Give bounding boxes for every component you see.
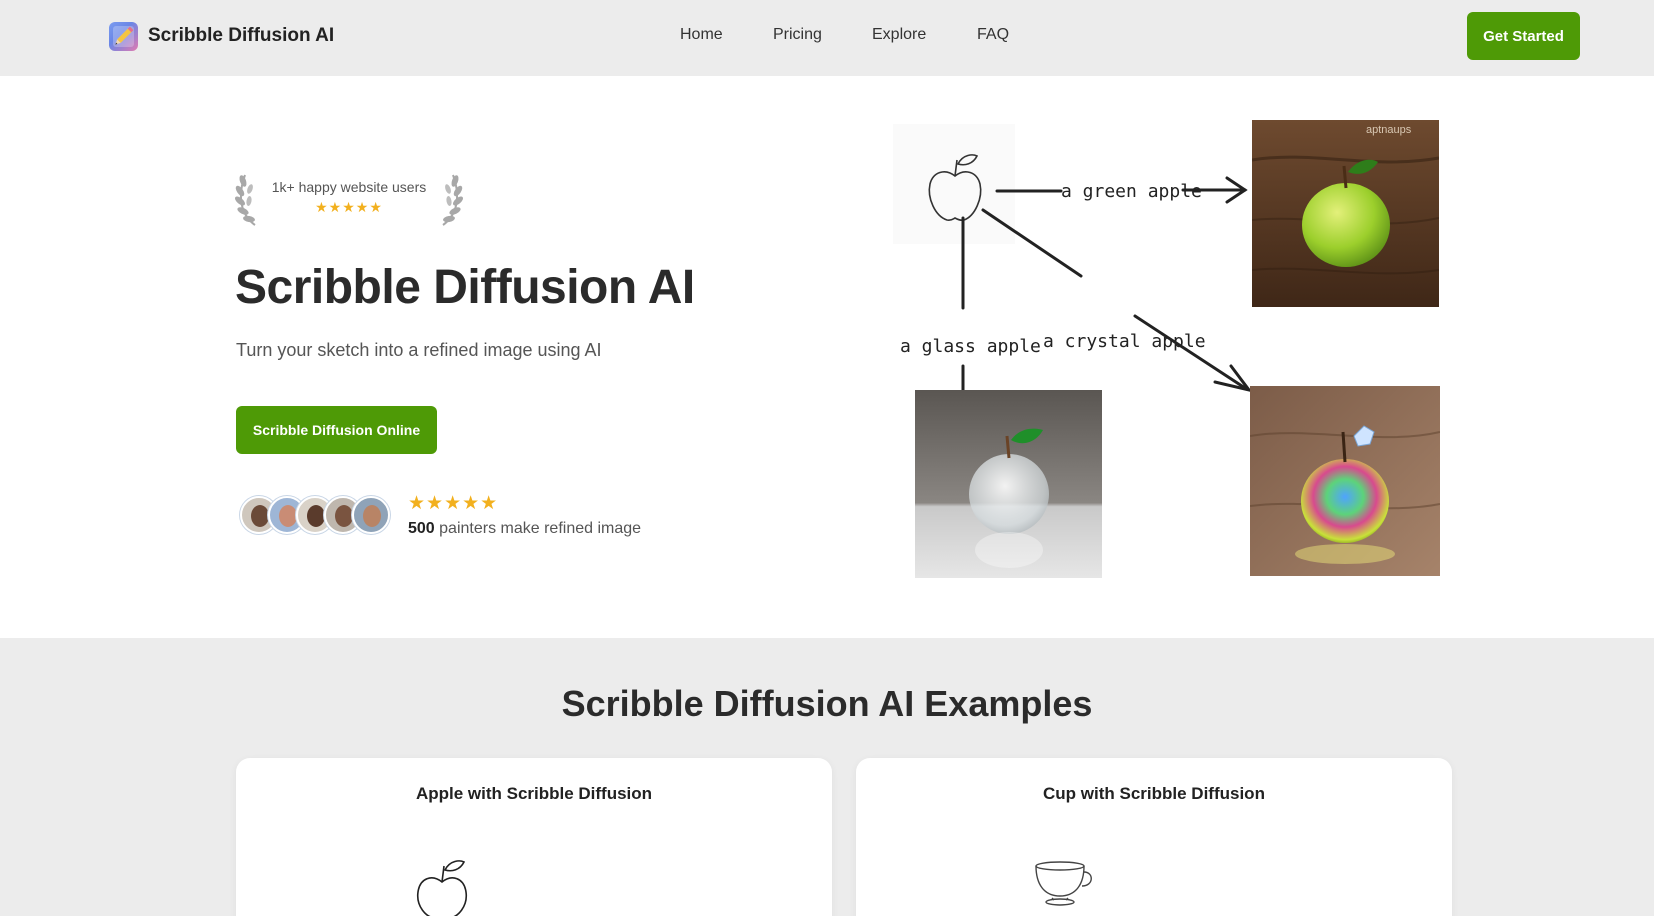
green-apple-photo: aptnaups [1252, 120, 1439, 307]
glass-apple-photo [915, 390, 1102, 578]
examples-title: Scribble Diffusion AI Examples [561, 683, 1093, 724]
example-card-cup[interactable]: Cup with Scribble Diffusion [856, 758, 1452, 916]
sketch-to-image-diagram: a green apple a glass apple a crystal ap… [885, 120, 1445, 590]
avatar-stack [240, 496, 400, 538]
painters-label: painters make refined image [434, 520, 642, 537]
example-card-title: Apple with Scribble Diffusion [415, 784, 653, 803]
laurel-right-icon [442, 174, 463, 226]
example-card-title: Cup with Scribble Diffusion [1043, 784, 1265, 803]
hero-section: 1k+ happy website users ★★★★★ Scribble D… [0, 76, 1654, 638]
watermark: aptnaups [1366, 124, 1412, 136]
users-badge-text: 1k+ happy website users [271, 179, 427, 195]
pencil-icon [109, 21, 138, 51]
painters-count-text: 500 painters make refined image [408, 520, 641, 538]
label-glass-apple: a glass apple [900, 336, 1041, 357]
examples-section: Scribble Diffusion AI Examples Apple wit… [0, 638, 1654, 916]
label-crystal-apple: a crystal apple [1043, 331, 1206, 352]
site-header: Scribble Diffusion AI Home Pricing Explo… [0, 0, 1654, 76]
brand[interactable]: Scribble Diffusion AI [109, 21, 334, 51]
nav-explore[interactable]: Explore [872, 26, 926, 44]
crystal-apple-photo [1250, 386, 1440, 576]
page-title: Scribble Diffusion AI [235, 261, 695, 314]
nav-pricing[interactable]: Pricing [773, 26, 822, 44]
label-green-apple: a green apple [1061, 181, 1202, 202]
example-card-apple[interactable]: Apple with Scribble Diffusion [236, 758, 832, 916]
scribble-online-button[interactable]: Scribble Diffusion Online [236, 406, 437, 454]
cup-sketch-icon [1035, 861, 1092, 906]
brand-name: Scribble Diffusion AI [148, 25, 335, 46]
users-badge-stars: ★★★★★ [315, 199, 383, 215]
users-badge: 1k+ happy website users ★★★★★ [235, 169, 463, 229]
painters-count: 500 [408, 520, 435, 537]
get-started-button[interactable]: Get Started [1467, 12, 1580, 60]
rating-stars: ★★★★★ [408, 493, 499, 514]
apple-sketch-icon [416, 860, 468, 916]
nav-home[interactable]: Home [680, 26, 723, 44]
nav-faq[interactable]: FAQ [977, 26, 1009, 44]
hero-subtitle: Turn your sketch into a refined image us… [236, 340, 602, 360]
laurel-left-icon [235, 174, 256, 226]
avatar [352, 496, 390, 534]
